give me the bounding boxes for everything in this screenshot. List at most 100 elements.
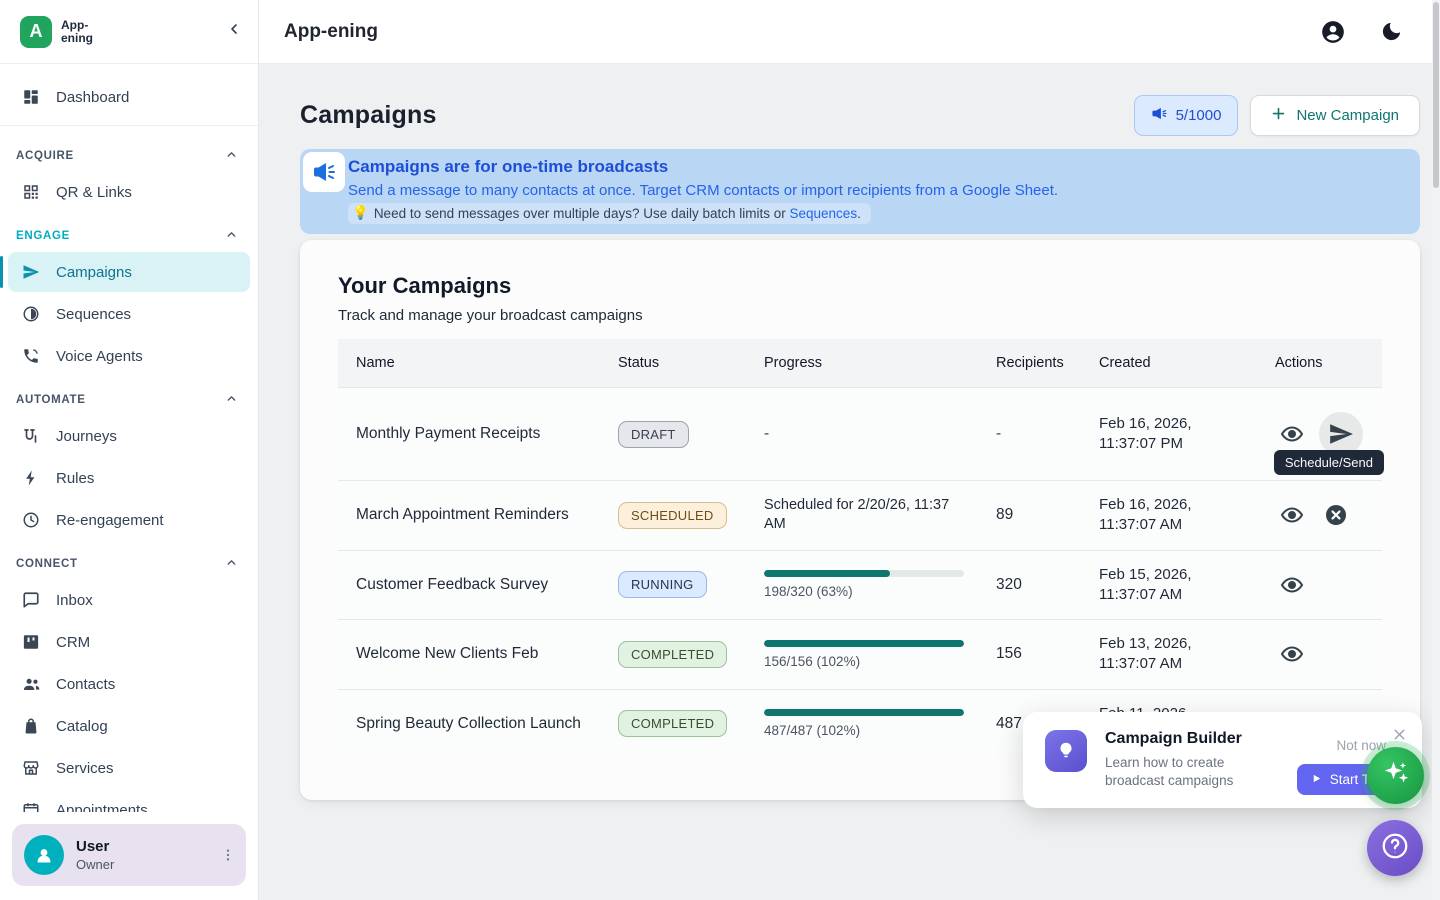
- lightning-icon: [20, 469, 42, 487]
- campaign-builder-popup: Campaign Builder Learn how to create bro…: [1023, 712, 1422, 808]
- progress-label: 156/156 (102%): [764, 654, 968, 669]
- play-icon: [1311, 772, 1322, 787]
- view-button[interactable]: [1275, 498, 1309, 532]
- sidebar-item-re-engagement[interactable]: Re-engagement: [8, 500, 250, 540]
- contrast-circle-icon: [20, 305, 42, 323]
- megaphone-icon: [1151, 105, 1168, 126]
- sidebar-item-sequences[interactable]: Sequences: [8, 294, 250, 334]
- sidebar-item-catalog[interactable]: Catalog: [8, 706, 250, 746]
- sequences-link[interactable]: Sequences: [790, 206, 858, 221]
- progress-label: 487/487 (102%): [764, 723, 968, 738]
- table-row[interactable]: Customer Feedback Survey RUNNING 198/320…: [338, 550, 1382, 620]
- view-button[interactable]: [1275, 568, 1309, 602]
- shopping-bag-icon: [20, 717, 42, 735]
- sidebar-item-services[interactable]: Services: [8, 748, 250, 788]
- progress-empty: -: [764, 425, 769, 442]
- kebab-menu-icon[interactable]: [220, 847, 236, 863]
- table-row[interactable]: Monthly Payment Receipts DRAFT - - Feb 1…: [338, 388, 1382, 481]
- card-title: Your Campaigns: [338, 273, 1382, 299]
- sidebar-item-crm[interactable]: CRM: [8, 622, 250, 662]
- scrollbar-thumb[interactable]: [1433, 2, 1439, 188]
- campaign-name: Monthly Payment Receipts: [338, 388, 600, 481]
- sidebar-item-label: CRM: [56, 634, 90, 651]
- created-date: Feb 16, 2026, 11:37:07 PM: [1099, 414, 1247, 455]
- route-icon: [20, 427, 42, 445]
- status-badge: RUNNING: [618, 571, 707, 598]
- chevron-left-icon: [226, 21, 242, 42]
- user-card[interactable]: User Owner: [12, 824, 246, 886]
- sidebar-item-contacts[interactable]: Contacts: [8, 664, 250, 704]
- divider: [0, 125, 258, 126]
- assistant-fab[interactable]: [1367, 747, 1424, 804]
- user-role: Owner: [76, 857, 114, 872]
- progress-bar: [764, 709, 964, 716]
- send-icon: [20, 263, 42, 281]
- banner-tip: 💡 Need to send messages over multiple da…: [348, 203, 871, 224]
- sidebar-collapse-button[interactable]: [226, 21, 242, 42]
- account-button[interactable]: [1320, 19, 1346, 45]
- sidebar-item-campaigns[interactable]: Campaigns: [8, 252, 250, 292]
- sidebar-item-label: Appointments: [56, 802, 148, 813]
- sidebar-item-voice-agents[interactable]: Voice Agents: [8, 336, 250, 376]
- tip-suffix: .: [857, 206, 861, 221]
- chevron-up-icon: [225, 556, 238, 572]
- phone-call-icon: [20, 347, 42, 365]
- info-banner: Campaigns are for one-time broadcasts Se…: [300, 149, 1420, 234]
- app-title: App-ening: [284, 21, 378, 43]
- plus-icon: [1271, 106, 1286, 125]
- section-label: CONNECT: [16, 558, 78, 570]
- campaign-quota-badge[interactable]: 5/1000: [1134, 95, 1239, 136]
- col-header-recipients: Recipients: [978, 339, 1081, 388]
- section-label: ACQUIRE: [16, 150, 74, 162]
- table-row[interactable]: March Appointment Reminders SCHEDULED Sc…: [338, 481, 1382, 551]
- close-icon[interactable]: [1391, 726, 1408, 743]
- section-connect[interactable]: CONNECT: [0, 542, 258, 578]
- sidebar-item-appointments[interactable]: Appointments: [8, 790, 250, 812]
- sidebar-item-label: Dashboard: [56, 89, 129, 106]
- topbar: App-ening: [259, 0, 1440, 64]
- status-badge: DRAFT: [618, 421, 689, 448]
- sparkles-icon: [1381, 758, 1411, 793]
- sidebar-item-dashboard[interactable]: Dashboard: [8, 77, 250, 117]
- clock-icon: [20, 511, 42, 529]
- app-logo-text: App-ening: [61, 19, 93, 44]
- calendar-icon: [20, 801, 42, 812]
- sidebar-item-journeys[interactable]: Journeys: [8, 416, 250, 456]
- campaign-name: Customer Feedback Survey: [338, 550, 600, 620]
- section-engage[interactable]: ENGAGE: [0, 214, 258, 250]
- scrollbar[interactable]: [1432, 0, 1440, 900]
- table-row[interactable]: Welcome New Clients Feb COMPLETED 156/15…: [338, 620, 1382, 690]
- sidebar-item-inbox[interactable]: Inbox: [8, 580, 250, 620]
- recipients-value: -: [996, 425, 1001, 442]
- section-automate[interactable]: AUTOMATE: [0, 378, 258, 414]
- section-label: AUTOMATE: [16, 394, 86, 406]
- not-now-button[interactable]: Not now: [1336, 738, 1386, 753]
- popup-title: Campaign Builder: [1105, 730, 1273, 748]
- recipients-value: 89: [978, 481, 1081, 551]
- sidebar-item-label: Rules: [56, 470, 94, 487]
- status-badge: COMPLETED: [618, 710, 727, 737]
- status-badge: SCHEDULED: [618, 502, 727, 529]
- help-button[interactable]: [1367, 820, 1423, 876]
- sidebar-item-label: Journeys: [56, 428, 117, 445]
- col-header-created: Created: [1081, 339, 1257, 388]
- sidebar-item-label: Re-engagement: [56, 512, 164, 529]
- status-badge: COMPLETED: [618, 641, 727, 668]
- sidebar-item-rules[interactable]: Rules: [8, 458, 250, 498]
- view-button[interactable]: [1275, 637, 1309, 671]
- user-avatar: [24, 835, 64, 875]
- sidebar-item-label: QR & Links: [56, 184, 132, 201]
- tip-text: Need to send messages over multiple days…: [374, 206, 790, 221]
- sidebar-item-qr-links[interactable]: QR & Links: [8, 172, 250, 212]
- storefront-icon: [20, 759, 42, 777]
- banner-title: Campaigns are for one-time broadcasts: [348, 157, 1406, 177]
- lightbulb-emoji: 💡: [352, 205, 369, 221]
- cancel-button[interactable]: [1319, 498, 1353, 532]
- new-campaign-button[interactable]: New Campaign: [1250, 95, 1420, 136]
- dark-mode-toggle[interactable]: [1380, 20, 1403, 43]
- sidebar: A App-ening Dashboard ACQUIRE QR & Links: [0, 0, 259, 900]
- view-button[interactable]: [1275, 417, 1309, 451]
- section-acquire[interactable]: ACQUIRE: [0, 134, 258, 170]
- lightbulb-icon: [1045, 730, 1087, 772]
- sidebar-item-label: Services: [56, 760, 114, 777]
